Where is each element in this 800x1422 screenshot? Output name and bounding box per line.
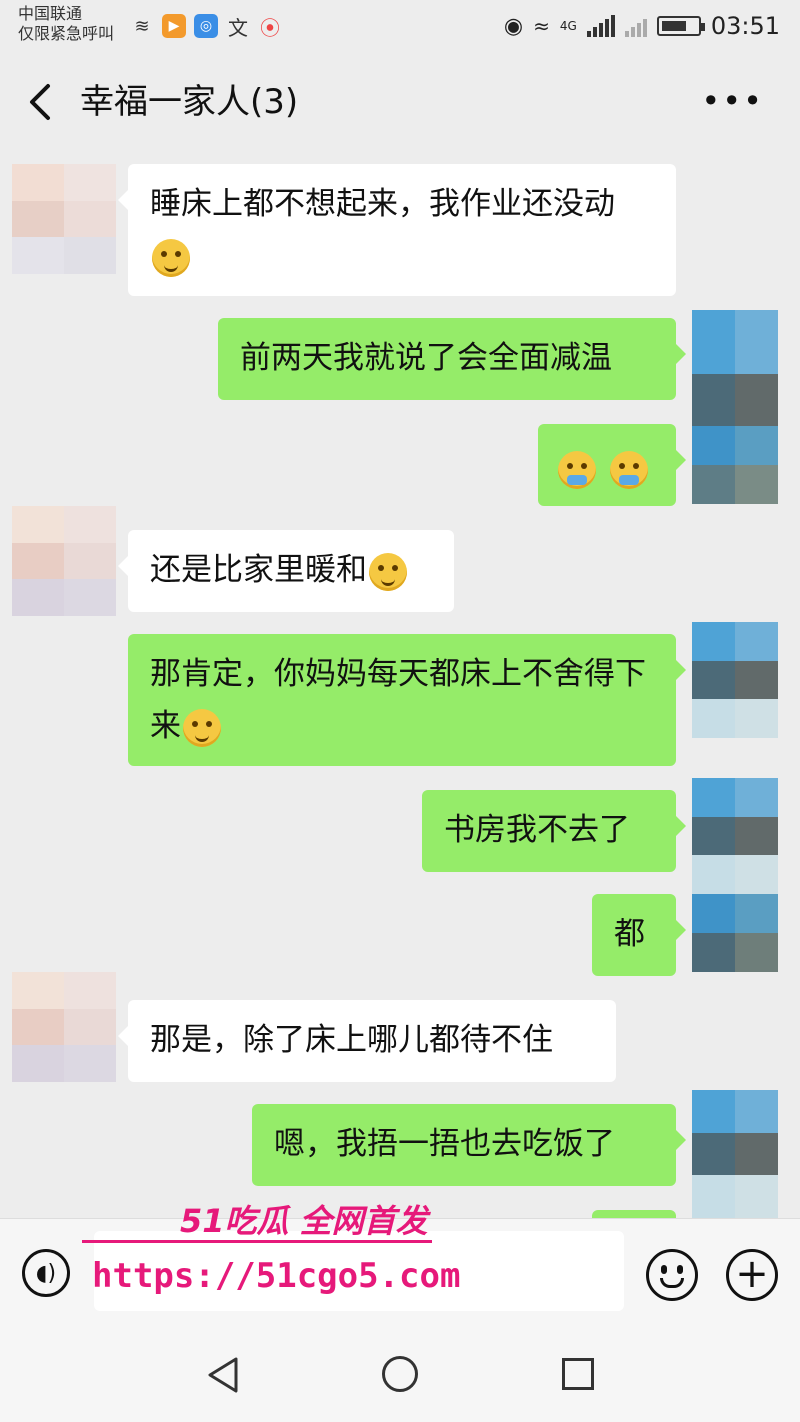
- message-bubble[interactable]: 还是比家里暖和: [118, 530, 454, 612]
- sleepy-emoji: [152, 238, 190, 277]
- watermark-title: 51吃瓜 全网首发: [180, 1202, 428, 1240]
- message-bubble[interactable]: 那肯定，你妈妈每天都床上不舍得下来: [128, 634, 686, 766]
- watermark-url: https://51cgo5.com: [92, 1256, 461, 1296]
- battery-icon: [656, 16, 705, 36]
- signal-icon: ≋: [134, 15, 150, 37]
- notification-icons: ≋ ▶ ◎ 文 ⦿: [130, 14, 282, 40]
- message-bubble-partial[interactable]: [592, 1210, 676, 1218]
- message-text: 睡床上都不想起来，我作业还没动: [150, 186, 615, 222]
- cry-laugh-emoji: [558, 450, 596, 489]
- avatar[interactable]: [692, 426, 778, 504]
- message-bubble[interactable]: 都: [592, 894, 686, 976]
- status-bar: 中国联通 仅限紧急呼叫 ≋ ▶ ◎ 文 ⦿ ◉ ≈ 4G 03:51: [0, 0, 800, 56]
- message-text: 还是比家里暖和: [150, 552, 367, 588]
- message-bubble[interactable]: 前两天我就说了会全面减温: [218, 318, 686, 400]
- avatar[interactable]: [12, 972, 116, 1082]
- video-app-icon: ▶: [162, 14, 186, 38]
- wifi-app-icon: ◎: [194, 14, 218, 38]
- message-text: 嗯，我捂一捂也去吃饭了: [274, 1126, 615, 1162]
- carrier-info: 中国联通 仅限紧急呼叫: [18, 4, 114, 44]
- chat-title: 幸福一家人(3): [80, 82, 299, 122]
- message-bubble[interactable]: 嗯，我捂一捂也去吃饭了: [252, 1104, 686, 1186]
- voice-input-icon[interactable]: ◖): [22, 1249, 70, 1297]
- translate-icon: 文: [228, 15, 248, 40]
- chevron-left-icon[interactable]: [24, 80, 60, 124]
- nav-home-icon[interactable]: [382, 1356, 418, 1392]
- more-icon[interactable]: •••: [701, 85, 764, 117]
- message-bubble[interactable]: [538, 424, 686, 506]
- nav-recents-icon[interactable]: [562, 1358, 594, 1390]
- message-text: 书房我不去了: [444, 812, 630, 848]
- eye-icon: ◉: [503, 13, 524, 39]
- chat-header: 幸福一家人(3) •••: [0, 56, 800, 148]
- message-text: 都: [614, 916, 645, 952]
- surprised-emoji: [369, 552, 407, 591]
- clock: 03:51: [710, 12, 780, 40]
- cry-laugh-emoji: [609, 450, 648, 489]
- message-bubble[interactable]: 睡床上都不想起来，我作业还没动: [118, 164, 676, 296]
- avatar[interactable]: [692, 1090, 778, 1218]
- carrier-name: 中国联通: [18, 4, 83, 23]
- avatar[interactable]: [12, 506, 116, 616]
- network-label: 4G: [559, 19, 577, 33]
- message-text: 那是，除了床上哪儿都待不住: [150, 1022, 553, 1058]
- emoji-picker-icon[interactable]: [646, 1249, 698, 1301]
- message-text: 前两天我就说了会全面减温: [240, 340, 612, 376]
- location-icon: ⦿: [260, 15, 280, 40]
- message-bubble[interactable]: 那是，除了床上哪儿都待不住: [118, 1000, 616, 1082]
- signal-bars-2-icon: [624, 15, 647, 37]
- wifi-icon: ≈: [533, 14, 550, 38]
- avatar[interactable]: [12, 164, 116, 274]
- watermark-divider: [82, 1240, 432, 1243]
- plus-icon[interactable]: +: [726, 1249, 778, 1301]
- system-status: ◉ ≈ 4G 03:51: [504, 12, 780, 40]
- message-text: 那肯定，你妈妈每天都床上不舍得下来: [150, 656, 646, 744]
- nav-back-icon[interactable]: [206, 1356, 240, 1394]
- grin-cover-emoji: [183, 708, 221, 747]
- message-bubble[interactable]: 书房我不去了: [422, 790, 686, 872]
- system-nav-bar: [0, 1328, 800, 1422]
- avatar[interactable]: [692, 778, 778, 894]
- message-list[interactable]: 睡床上都不想起来，我作业还没动 前两天我就说了会全面减温 还是比家里暖和 那肯定…: [0, 148, 800, 1218]
- carrier-status: 仅限紧急呼叫: [18, 24, 115, 43]
- signal-bars-icon: [586, 15, 615, 37]
- avatar[interactable]: [692, 622, 778, 738]
- avatar[interactable]: [692, 894, 778, 972]
